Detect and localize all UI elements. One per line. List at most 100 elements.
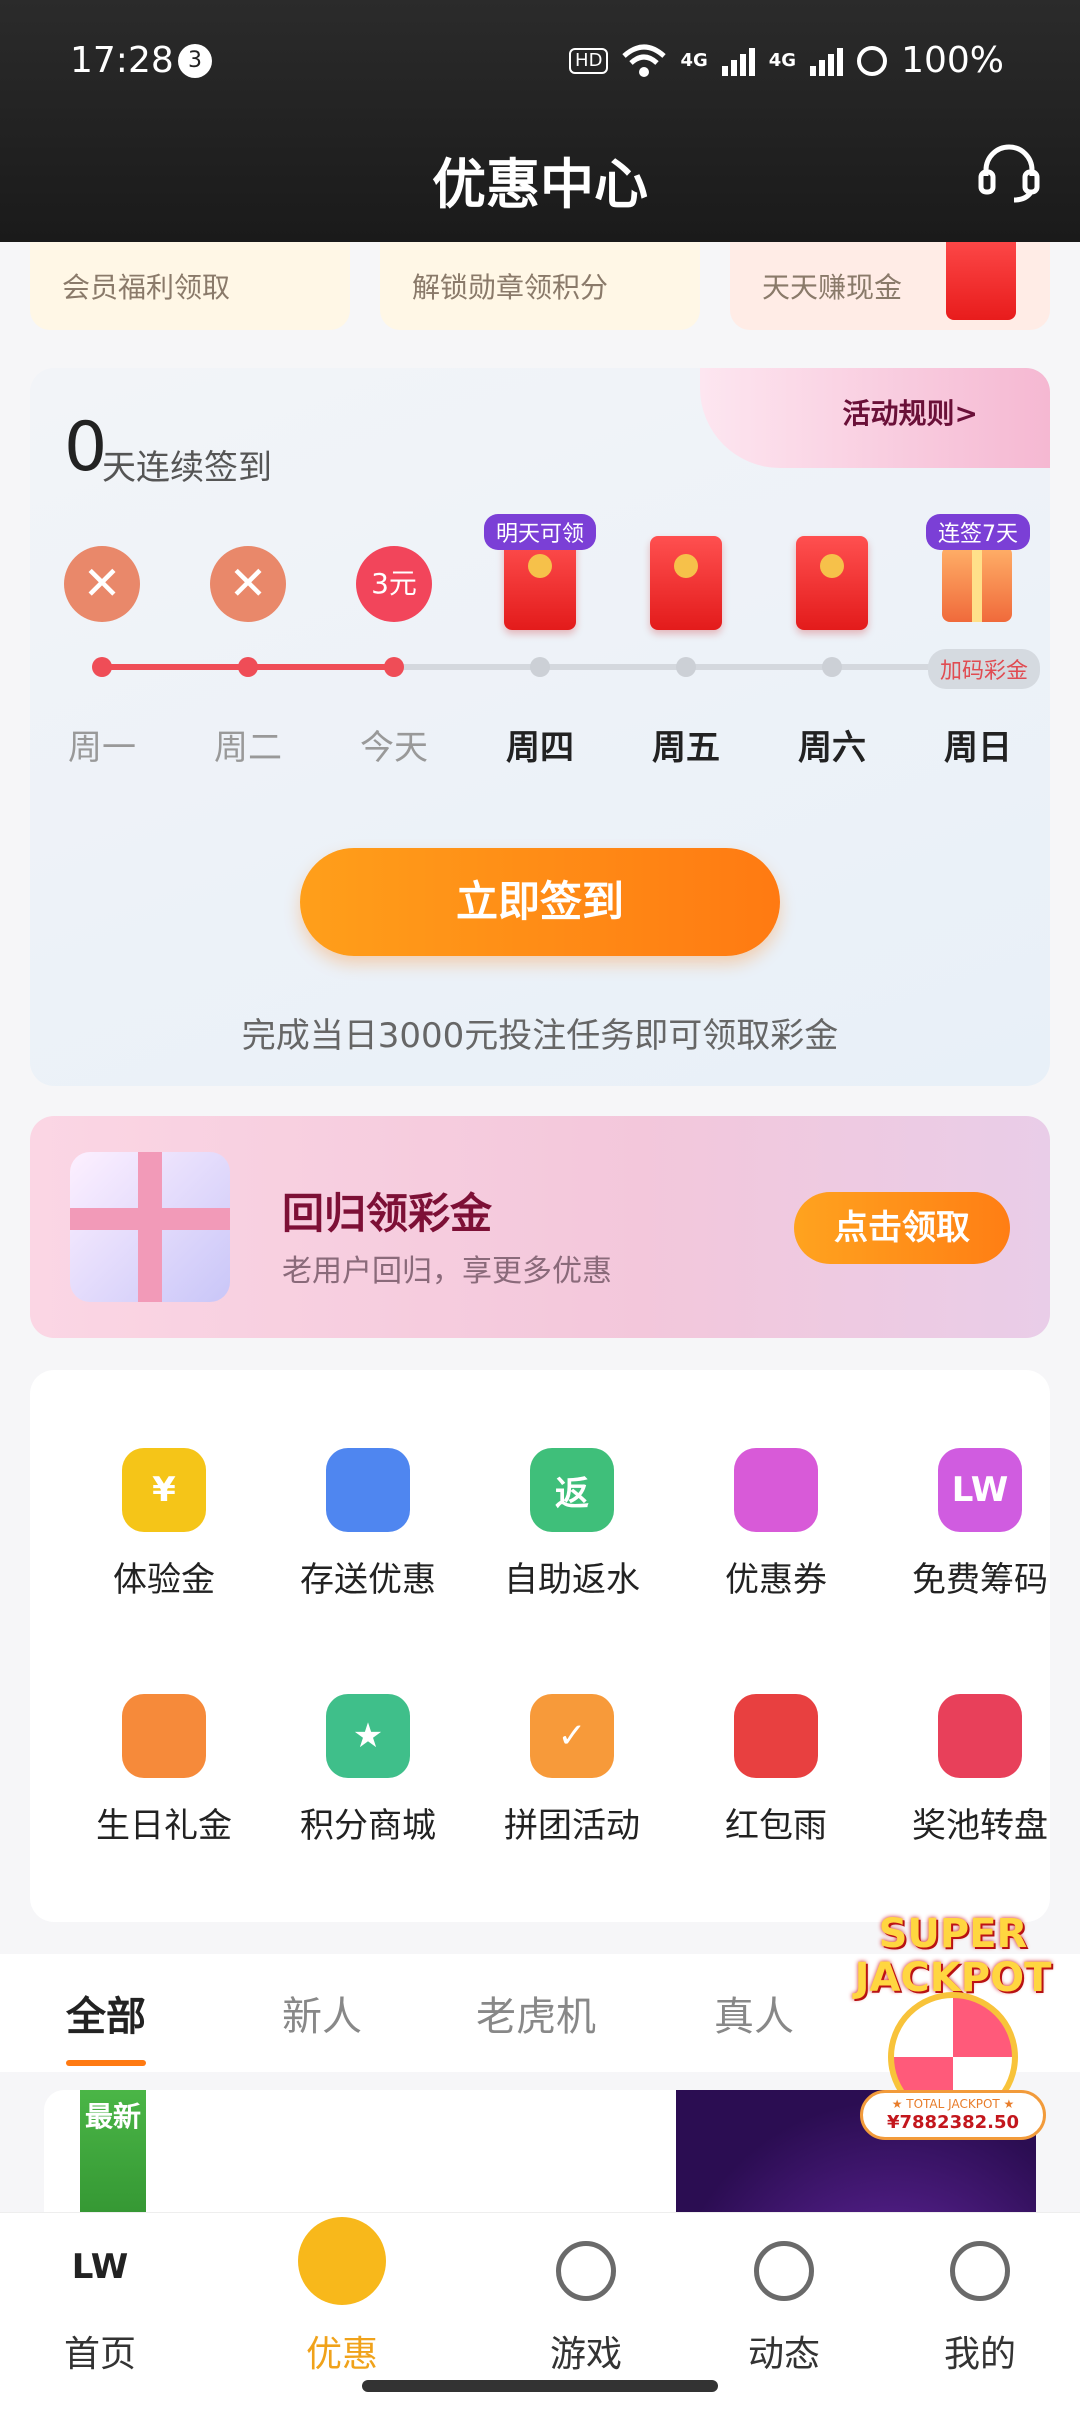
hd-voice-icon: HD xyxy=(569,47,609,74)
card-subtitle: 天天赚现金 xyxy=(762,271,903,304)
customer-service-icon[interactable] xyxy=(976,140,1042,206)
feature-label: 免费筹码 xyxy=(912,1560,1048,1600)
battery-icon xyxy=(857,45,888,76)
progress-dot xyxy=(92,657,112,677)
battery-level: 100% xyxy=(901,40,1004,81)
rebate-drop-icon: 返 xyxy=(530,1448,614,1532)
jackpot-title: SUPER JACKPOT xyxy=(854,1911,1052,2001)
feature-label: 红包雨 xyxy=(725,1806,827,1846)
tomorrow-badge: 明天可领 xyxy=(483,514,597,550)
super-jackpot-widget[interactable]: SUPER JACKPOT ★ TOTAL JACKPOT ★ ¥7882382.… xyxy=(848,1912,1058,2142)
wallet-icon xyxy=(326,1448,410,1532)
home-logo-icon: LW xyxy=(71,2247,129,2287)
daily-checkin-card: 活动规则> 0 天连续签到 ✕ ✕ 3元 明天可领 连签7天 加码彩金 周一 周… xyxy=(30,368,1050,1086)
missed-x-icon: ✕ xyxy=(64,546,140,622)
nav-profile[interactable]: 我的 xyxy=(900,2213,1060,2412)
jackpot-label: ★ TOTAL JACKPOT ★ xyxy=(891,2097,1015,2111)
tab-new-user[interactable]: 新人 xyxy=(282,1984,362,2042)
nav-home[interactable]: LW 首页 xyxy=(20,2213,180,2412)
day-label: 周六 xyxy=(798,728,866,768)
consecutive-days-count: 0 xyxy=(64,408,108,487)
feature-label: 奖池转盘 xyxy=(912,1806,1048,1846)
activity-rules-link[interactable]: 活动规则> xyxy=(843,392,978,432)
tab-live[interactable]: 真人 xyxy=(714,1984,794,2042)
day-label: 周二 xyxy=(214,728,282,768)
signal-icon-2 xyxy=(810,46,844,76)
return-banner-subtitle: 老用户回归，享更多优惠 xyxy=(282,1254,612,1289)
group-buy-icon: ✓ xyxy=(530,1694,614,1778)
feature-label: 拼团活动 xyxy=(504,1806,640,1846)
return-banner-title: 回归领彩金 xyxy=(282,1189,493,1238)
day-5-reward xyxy=(626,536,746,646)
feature-item-1[interactable]: ¥ 体验金 xyxy=(72,1448,252,1608)
nav-label: 我的 xyxy=(943,2334,1016,2375)
red-envelope-icon xyxy=(734,1694,818,1778)
feature-item-10[interactable]: 奖池转盘 xyxy=(888,1694,1068,1854)
nav-label: 优惠 xyxy=(305,2334,378,2375)
gift-box-icon xyxy=(70,1152,230,1302)
progress-dot xyxy=(384,657,404,677)
cake-icon xyxy=(122,1694,206,1778)
coin-icon: ¥ xyxy=(122,1448,206,1532)
feature-label: 存送优惠 xyxy=(300,1560,436,1600)
red-envelope-icon xyxy=(796,536,868,630)
feature-label: 优惠券 xyxy=(725,1560,827,1600)
chat-bubble-icon xyxy=(754,2241,814,2301)
feature-item-7[interactable]: ★ 积分商城 xyxy=(276,1694,456,1854)
network-type-2: 4G xyxy=(768,50,797,71)
feature-item-9[interactable]: 红包雨 xyxy=(684,1694,864,1854)
missed-x-icon: ✕ xyxy=(210,546,286,622)
feature-item-6[interactable]: 生日礼金 xyxy=(72,1694,252,1854)
signal-icon-1 xyxy=(721,46,755,76)
red-envelope-icon xyxy=(946,230,1016,320)
top-bar: 17:28 3 HD 4G 4G 100% 优惠中心 xyxy=(0,0,1080,242)
chip-icon: LW xyxy=(938,1448,1022,1532)
nav-feed[interactable]: 动态 xyxy=(704,2213,864,2412)
return-bonus-banner[interactable]: 回归领彩金 老用户回归，享更多优惠 点击领取 xyxy=(30,1116,1050,1338)
day-label: 周四 xyxy=(506,728,574,768)
day-label: 周日 xyxy=(944,728,1012,768)
card-subtitle: 解锁勋章领积分 xyxy=(412,271,609,304)
red-envelope-icon xyxy=(504,536,576,630)
notification-count-badge: 3 xyxy=(178,44,212,78)
day-today-reward: 3元 xyxy=(334,536,454,646)
card-subtitle: 会员福利领取 xyxy=(62,271,231,304)
status-bar: 17:28 3 HD 4G 4G 100% xyxy=(0,0,1080,124)
day-7-reward: 连签7天 xyxy=(918,514,1038,646)
status-time: 17:28 xyxy=(70,40,174,81)
profile-avatar-icon xyxy=(950,2241,1010,2301)
day-4-reward: 明天可领 xyxy=(480,514,600,646)
progress-dot xyxy=(530,657,550,677)
home-indicator[interactable] xyxy=(362,2380,718,2392)
day-1-missed: ✕ xyxy=(42,536,162,646)
promotions-bookmark-icon xyxy=(298,2217,386,2305)
seven-days-badge: 连签7天 xyxy=(926,514,1030,550)
feature-label: 体验金 xyxy=(113,1560,215,1600)
coupon-icon xyxy=(734,1448,818,1532)
feature-item-8[interactable]: ✓ 拼团活动 xyxy=(480,1694,660,1854)
wifi-icon xyxy=(622,44,667,77)
feature-item-4[interactable]: 优惠券 xyxy=(684,1448,864,1608)
progress-dot xyxy=(238,657,258,677)
day-label: 周五 xyxy=(652,728,720,768)
claim-button[interactable]: 点击领取 xyxy=(794,1192,1010,1264)
cash-reward-icon: 3元 xyxy=(356,546,432,622)
prize-wheel-icon xyxy=(938,1694,1022,1778)
tab-all[interactable]: 全部 xyxy=(66,1984,146,2066)
store-icon: ★ xyxy=(326,1694,410,1778)
feature-item-2[interactable]: 存送优惠 xyxy=(276,1448,456,1608)
feature-label: 积分商城 xyxy=(300,1806,436,1846)
features-grid: ¥ 体验金 存送优惠 返自助返水优惠券 LW 免费筹码生日礼金 ★ 积分商城 ✓ 拼团活动 红包雨 奖… xyxy=(30,1370,1050,1922)
day-label: 周一 xyxy=(68,728,136,768)
sign-in-button[interactable]: 立即签到 xyxy=(300,848,780,956)
nav-label: 首页 xyxy=(63,2334,136,2375)
network-type-1: 4G xyxy=(680,50,708,71)
feature-item-5[interactable]: LW 免费筹码 xyxy=(888,1448,1068,1608)
progress-dot xyxy=(676,657,696,677)
tab-slots[interactable]: 老虎机 xyxy=(476,1984,596,2042)
page-title: 优惠中心 xyxy=(432,153,648,216)
bonus-tag: 加码彩金 xyxy=(927,649,1040,689)
feature-item-3[interactable]: 返自助返水 xyxy=(480,1448,660,1608)
day-6-reward xyxy=(772,536,892,646)
consecutive-days-label: 天连续签到 xyxy=(102,448,272,488)
